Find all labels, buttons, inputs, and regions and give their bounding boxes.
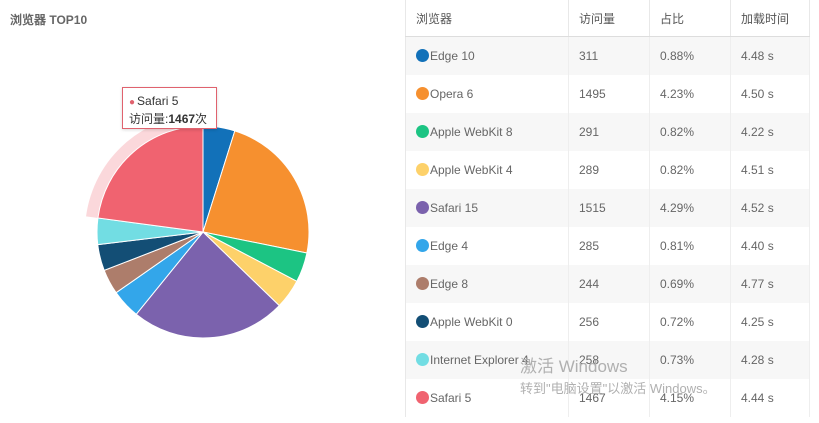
- legend-swatch: [416, 87, 429, 100]
- browser-name: Safari 15: [430, 201, 479, 215]
- cell-ratio: 0.82%: [649, 151, 731, 189]
- legend-swatch: [416, 391, 429, 404]
- cell-ratio: 0.81%: [649, 227, 731, 265]
- cell-browser: Safari 15: [405, 189, 569, 227]
- legend-swatch: [416, 125, 429, 138]
- cell-visits: 1467: [568, 379, 650, 417]
- cell-browser: Apple WebKit 8: [405, 113, 569, 151]
- table-row[interactable]: Internet Explorer 4 258 0.73% 4.28 s: [405, 341, 810, 379]
- cell-visits: 258: [568, 341, 650, 379]
- cell-load-time: 4.44 s: [730, 379, 810, 417]
- table-row[interactable]: Edge 8 244 0.69% 4.77 s: [405, 265, 810, 303]
- cell-load-time: 4.50 s: [730, 75, 810, 113]
- cell-browser: Safari 5: [405, 379, 569, 417]
- table-header-row: 浏览器 访问量 占比 加载时间: [405, 0, 810, 37]
- cell-load-time: 4.25 s: [730, 303, 810, 341]
- cell-browser: Edge 10: [405, 36, 569, 75]
- table-row[interactable]: Opera 6 1495 4.23% 4.50 s: [405, 75, 810, 113]
- browser-name: Apple WebKit 4: [430, 163, 513, 177]
- tooltip-unit: 次: [195, 112, 208, 126]
- legend-swatch: [416, 353, 429, 366]
- cell-ratio: 4.15%: [649, 379, 731, 417]
- cell-load-time: 4.40 s: [730, 227, 810, 265]
- table-row[interactable]: Apple WebKit 4 289 0.82% 4.51 s: [405, 151, 810, 189]
- browser-name: Edge 4: [430, 239, 469, 253]
- cell-visits: 311: [568, 36, 650, 75]
- legend-swatch: [416, 201, 429, 214]
- cell-browser: Apple WebKit 4: [405, 151, 569, 189]
- cell-ratio: 0.82%: [649, 113, 731, 151]
- table-row[interactable]: Edge 10 311 0.88% 4.48 s: [405, 36, 810, 75]
- pie-slice[interactable]: [97, 125, 204, 233]
- legend-swatch: [416, 239, 429, 252]
- browser-name: Edge 8: [430, 277, 469, 291]
- cell-visits: 1495: [568, 75, 650, 113]
- legend-swatch: [416, 163, 429, 176]
- cell-browser: Internet Explorer 4: [405, 341, 569, 379]
- header-browser[interactable]: 浏览器: [405, 0, 569, 37]
- legend-swatch: [416, 49, 429, 62]
- cell-load-time: 4.48 s: [730, 36, 810, 75]
- cell-load-time: 4.28 s: [730, 341, 810, 379]
- table-row[interactable]: Apple WebKit 8 291 0.82% 4.22 s: [405, 113, 810, 151]
- tooltip-value: 1467: [168, 112, 196, 126]
- cell-visits: 256: [568, 303, 650, 341]
- cell-browser: Opera 6: [405, 75, 569, 113]
- tooltip-series-name: Safari 5: [137, 94, 179, 108]
- cell-browser: Edge 4: [405, 227, 569, 265]
- table-row[interactable]: Apple WebKit 0 256 0.72% 4.25 s: [405, 303, 810, 341]
- cell-browser: Apple WebKit 0: [405, 303, 569, 341]
- cell-load-time: 4.77 s: [730, 265, 810, 303]
- browser-name: Safari 5: [430, 391, 472, 405]
- cell-ratio: 4.29%: [649, 189, 731, 227]
- cell-browser: Edge 8: [405, 265, 569, 303]
- table-row[interactable]: Safari 5 1467 4.15% 4.44 s: [405, 379, 810, 417]
- cell-load-time: 4.51 s: [730, 151, 810, 189]
- legend-swatch: [416, 277, 429, 290]
- cell-visits: 1515: [568, 189, 650, 227]
- cell-visits: 244: [568, 265, 650, 303]
- cell-visits: 291: [568, 113, 650, 151]
- cell-visits: 289: [568, 151, 650, 189]
- legend-swatch: [416, 315, 429, 328]
- cell-ratio: 0.88%: [649, 36, 731, 75]
- header-ratio[interactable]: 占比: [649, 0, 731, 37]
- tooltip-color-dot: ●: [129, 97, 136, 108]
- table-body: Edge 10 311 0.88% 4.48 s Opera 6 1495 4.23% 4.5…: [405, 36, 810, 417]
- header-visits[interactable]: 访问量: [568, 0, 650, 37]
- cell-ratio: 0.73%: [649, 341, 731, 379]
- browser-name: Edge 10: [430, 49, 475, 63]
- cell-ratio: 4.23%: [649, 75, 731, 113]
- tooltip-metric-label: 访问量:: [129, 112, 169, 126]
- cell-visits: 285: [568, 227, 650, 265]
- table-row[interactable]: Edge 4 285 0.81% 4.40 s: [405, 227, 810, 265]
- browser-name: Apple WebKit 8: [430, 125, 513, 139]
- chart-tooltip: ● Safari 5 访问量:1467次: [122, 87, 217, 129]
- browser-stats-table: 浏览器 访问量 占比 加载时间 Edge 10 311 0.88% 4.48 s Ope…: [405, 0, 810, 417]
- cell-ratio: 0.72%: [649, 303, 731, 341]
- browser-pie-chart: [86, 114, 310, 339]
- cell-load-time: 4.22 s: [730, 113, 810, 151]
- browser-name: Opera 6: [430, 87, 474, 101]
- browser-name: Internet Explorer 4: [430, 353, 529, 367]
- table-row[interactable]: Safari 15 1515 4.29% 4.52 s: [405, 189, 810, 227]
- cell-load-time: 4.52 s: [730, 189, 810, 227]
- cell-ratio: 0.69%: [649, 265, 731, 303]
- header-load-time[interactable]: 加载时间: [730, 0, 810, 37]
- browser-name: Apple WebKit 0: [430, 315, 513, 329]
